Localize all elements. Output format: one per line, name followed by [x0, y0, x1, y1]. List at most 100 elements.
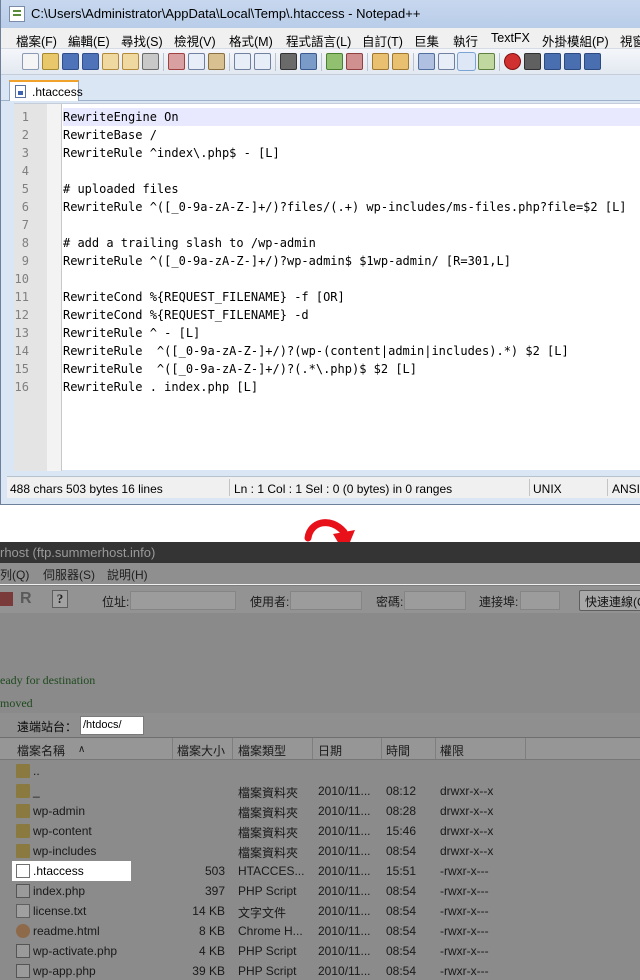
host-input[interactable]: [130, 591, 236, 610]
file-time: 08:54: [386, 844, 417, 858]
paste-icon[interactable]: [208, 53, 225, 70]
quickconnect-button[interactable]: 快速連線(Q): [579, 590, 640, 611]
code-line[interactable]: RewriteCond %{REQUEST_FILENAME} -d: [63, 306, 309, 324]
find-icon[interactable]: [280, 53, 297, 70]
file-date: 2010/11...: [318, 964, 371, 978]
menu-file[interactable]: 檔案(F): [16, 31, 57, 50]
code-line[interactable]: RewriteRule ^([_0-9a-zA-Z-]+/)?(wp-(cont…: [63, 342, 569, 360]
menu-language[interactable]: 程式語言(L): [286, 31, 351, 50]
column-separator[interactable]: [435, 738, 436, 759]
save-macro-icon[interactable]: [584, 53, 601, 70]
record-macro-icon[interactable]: [504, 53, 521, 70]
column-header-name[interactable]: 檔案名稱: [17, 742, 65, 759]
status-separator: [529, 479, 530, 496]
menu-edit[interactable]: 編輯(E): [68, 31, 110, 50]
menu-settings[interactable]: 自訂(T): [362, 31, 403, 50]
column-separator[interactable]: [232, 738, 233, 759]
file-size: 397: [204, 884, 225, 898]
user-input[interactable]: [290, 591, 362, 610]
file-date: 2010/11...: [318, 944, 371, 958]
column-header-type[interactable]: 檔案類型: [238, 742, 286, 759]
zoom-out-icon[interactable]: [346, 53, 363, 70]
code-line[interactable]: # add a trailing slash to /wp-admin: [63, 234, 316, 252]
folder-icon: [16, 804, 30, 818]
disconnect-icon[interactable]: [0, 592, 13, 606]
compare-icon[interactable]: ?: [52, 590, 68, 608]
cut-icon[interactable]: [168, 53, 185, 70]
print-icon[interactable]: [142, 53, 159, 70]
sync-horizontal-icon[interactable]: [392, 53, 409, 70]
close-all-icon[interactable]: [122, 53, 139, 70]
file-row[interactable]: index.php 397 PHP Script 2010/11... 08:54 -rw…: [0, 881, 640, 901]
file-row[interactable]: license.txt 14 KB 文字文件 2010/11... 08:54 -rwxr…: [0, 901, 640, 921]
code-line[interactable]: RewriteRule ^([_0-9a-zA-Z-]+/)?files/(.+…: [63, 198, 627, 216]
file-row[interactable]: _ 檔案資料夾 2010/11... 08:12 drwxr-x--x: [0, 781, 640, 801]
play-macro-icon[interactable]: [544, 53, 561, 70]
column-header-permissions[interactable]: 權限: [440, 742, 464, 759]
file-row[interactable]: wp-includes 檔案資料夾 2010/11... 08:54 drwxr-x--…: [0, 841, 640, 861]
file-list-header: 檔案名稱 ∧ 檔案大小 檔案類型 日期 時間 權限: [0, 738, 640, 760]
undo-icon[interactable]: [234, 53, 251, 70]
column-separator[interactable]: [525, 738, 526, 759]
save-all-icon[interactable]: [82, 53, 99, 70]
column-header-size[interactable]: 檔案大小: [177, 742, 225, 759]
menu-textfx[interactable]: TextFX: [491, 31, 530, 45]
code-line[interactable]: RewriteRule . index.php [L]: [63, 378, 258, 396]
code-line[interactable]: RewriteBase /: [63, 126, 157, 144]
file-row[interactable]: .htaccess 503 HTACCES... 2010/11... 15:51 -rw…: [0, 861, 640, 881]
menu-run[interactable]: 執行: [453, 31, 478, 50]
run-macro-multiple-icon[interactable]: [564, 53, 581, 70]
menu-help[interactable]: 說明(H): [107, 566, 148, 583]
sync-vertical-icon[interactable]: [372, 53, 389, 70]
show-all-chars-icon[interactable]: [438, 53, 455, 70]
file-row[interactable]: wp-activate.php 4 KB PHP Script 2010/11... 0…: [0, 941, 640, 961]
menu-view[interactable]: 檢視(V): [174, 31, 216, 50]
menu-format[interactable]: 格式(M): [229, 31, 273, 50]
code-editor[interactable]: 1 2 3 4 5 6 7 8 9 10 11 12 13 14 15 16 RewriteEngine On…: [14, 103, 640, 471]
zoom-in-icon[interactable]: [326, 53, 343, 70]
tab-htaccess[interactable]: .htaccess: [9, 80, 83, 101]
replace-icon[interactable]: [300, 53, 317, 70]
redo-icon[interactable]: [254, 53, 271, 70]
log-line: moved: [0, 696, 33, 710]
indent-guide-icon[interactable]: [458, 53, 475, 70]
remote-path-input[interactable]: /htdocs/: [80, 716, 144, 735]
file-row[interactable]: ..: [0, 761, 640, 781]
code-line[interactable]: RewriteRule ^index\.php$ - [L]: [63, 144, 280, 162]
user-language-icon[interactable]: [478, 53, 495, 70]
code-line[interactable]: RewriteRule ^([_0-9a-zA-Z-]+/)?(.*\.php)…: [63, 360, 417, 378]
reconnect-icon[interactable]: R: [20, 590, 32, 608]
npp-window-title: C:\Users\Administrator\AppData\Local\Tem…: [31, 6, 421, 21]
column-header-date[interactable]: 日期: [318, 742, 342, 759]
port-input[interactable]: [520, 591, 560, 610]
password-input[interactable]: [404, 591, 466, 610]
word-wrap-icon[interactable]: [418, 53, 435, 70]
menu-macro[interactable]: 巨集: [414, 31, 439, 50]
column-separator[interactable]: [381, 738, 382, 759]
menu-queue[interactable]: 列(Q): [0, 566, 29, 583]
code-line[interactable]: RewriteEngine On: [63, 108, 640, 126]
menu-server[interactable]: 伺服器(S): [43, 566, 95, 583]
file-row[interactable]: readme.html 8 KB Chrome H... 2010/11... 08:5…: [0, 921, 640, 941]
file-type: HTACCES...: [238, 864, 305, 878]
stop-macro-icon[interactable]: [524, 53, 541, 70]
file-permissions: -rwxr-x---: [440, 944, 489, 958]
code-line[interactable]: # uploaded files: [63, 180, 179, 198]
menu-search[interactable]: 尋找(S): [121, 31, 163, 50]
save-icon[interactable]: [62, 53, 79, 70]
column-separator[interactable]: [312, 738, 313, 759]
close-file-icon[interactable]: [102, 53, 119, 70]
menu-plugins[interactable]: 外掛模組(P): [542, 31, 609, 50]
code-line[interactable]: RewriteCond %{REQUEST_FILENAME} -f [OR]: [63, 288, 345, 306]
code-line[interactable]: RewriteRule ^ - [L]: [63, 324, 200, 342]
file-row[interactable]: wp-admin 檔案資料夾 2010/11... 08:28 drwxr-x--x: [0, 801, 640, 821]
copy-icon[interactable]: [188, 53, 205, 70]
code-line[interactable]: RewriteRule ^([_0-9a-zA-Z-]+/)?wp-admin$…: [63, 252, 511, 270]
file-row[interactable]: wp-content 檔案資料夾 2010/11... 15:46 drwxr-x--x: [0, 821, 640, 841]
menu-window[interactable]: 視窗: [620, 31, 640, 50]
new-file-icon[interactable]: [22, 53, 39, 70]
column-header-time[interactable]: 時間: [386, 742, 410, 759]
file-row[interactable]: wp-app.php 39 KB PHP Script 2010/11... 08:54…: [0, 961, 640, 980]
open-file-icon[interactable]: [42, 53, 59, 70]
column-separator[interactable]: [172, 738, 173, 759]
